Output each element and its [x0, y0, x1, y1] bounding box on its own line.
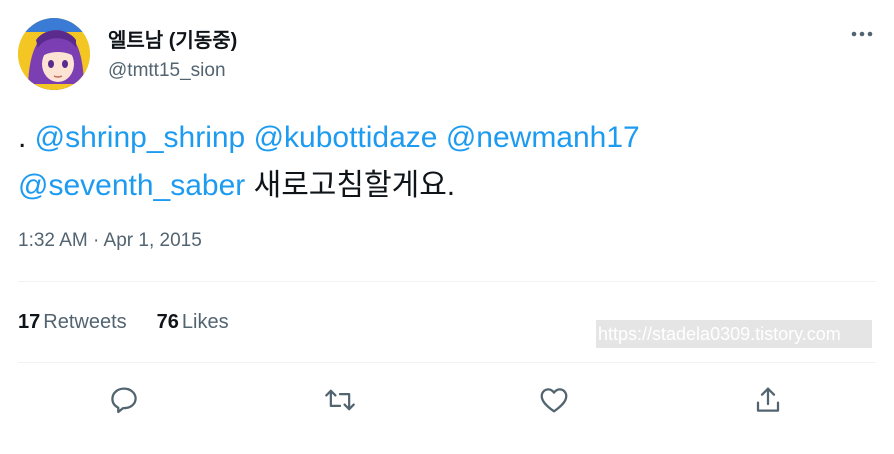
author-handle[interactable]: @tmtt15_sion [108, 60, 226, 82]
retweets-stat[interactable]: 17 Retweets [18, 311, 127, 334]
more-options-icon [851, 31, 873, 37]
retweet-icon [325, 389, 355, 411]
reply-icon [111, 387, 137, 414]
tweet-text-prefix: . [18, 121, 35, 154]
avatar[interactable] [18, 18, 90, 90]
likes-stat[interactable]: 76 Likes [157, 311, 229, 334]
mention-link[interactable]: @shrinp_shrinp [35, 121, 246, 154]
retweets-label: Retweets [43, 311, 127, 333]
likes-label: Likes [181, 311, 229, 333]
tweet-actions [0, 380, 894, 420]
reply-button[interactable] [104, 380, 144, 420]
mention-link[interactable]: @seventh_saber [18, 169, 245, 202]
retweets-count: 17 [18, 311, 41, 333]
anime-avatar-icon [18, 18, 90, 90]
like-button[interactable] [534, 380, 574, 420]
share-button[interactable] [748, 380, 788, 420]
tweet-stats: 17 Retweets 76 Likes [18, 311, 259, 334]
divider [18, 362, 876, 363]
divider [18, 281, 876, 282]
watermark: https://stadela0309.tistory.com [596, 320, 872, 348]
retweet-button[interactable] [320, 380, 360, 420]
likes-count: 76 [156, 311, 179, 333]
author-display-name[interactable]: 엘트남 (기동중) [108, 24, 237, 53]
mention-link[interactable]: @newmanh17 [446, 121, 640, 154]
tweet-text-body: 새로고침할게요. [245, 169, 456, 202]
tweet-timestamp[interactable]: 1:32 AM · Apr 1, 2015 [18, 230, 202, 252]
mention-link[interactable]: @kubottidaze [254, 121, 438, 154]
tweet-card: 엘트남 (기동중) @tmtt15_sion . @shrinp_shrinp … [0, 0, 894, 454]
more-options-button[interactable] [846, 22, 878, 46]
share-icon [756, 387, 780, 412]
heart-icon [540, 388, 568, 413]
tweet-text: . @shrinp_shrinp @kubottidaze @newmanh17… [18, 114, 878, 210]
